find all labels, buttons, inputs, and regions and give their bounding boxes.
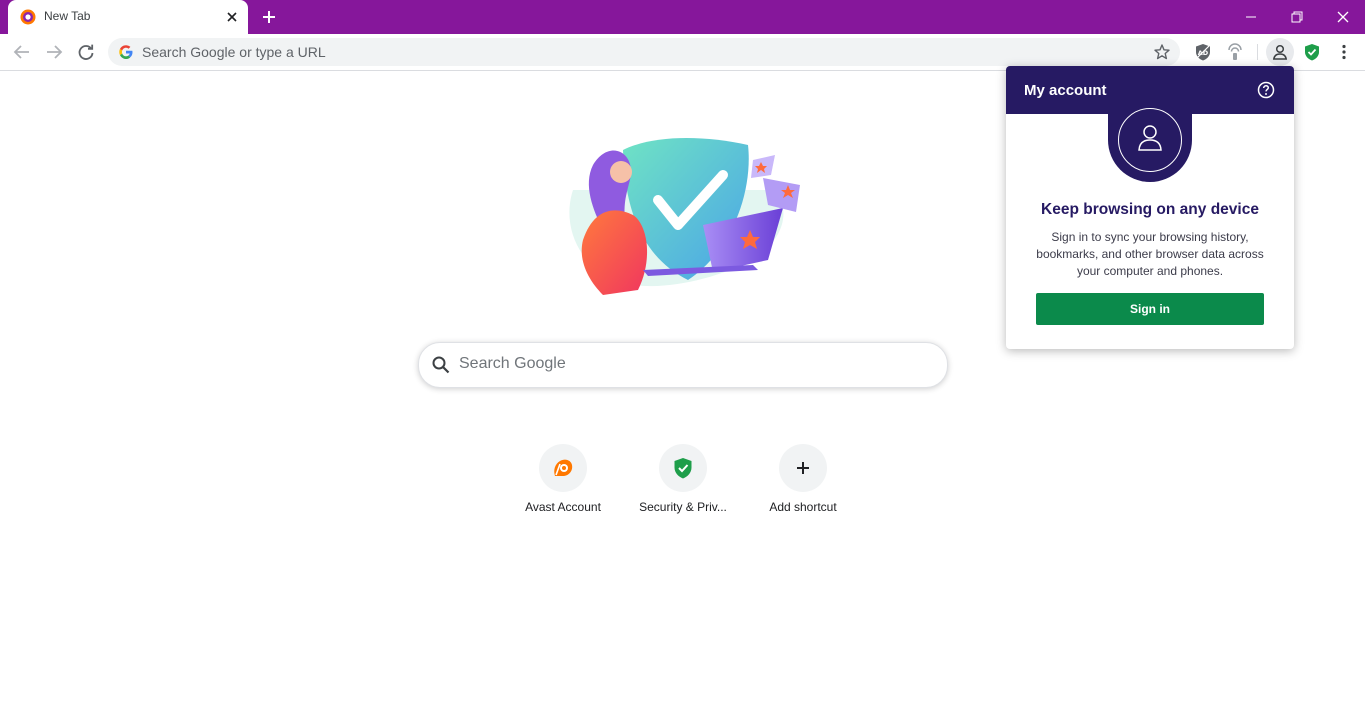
popup-description: Sign in to sync your browsing history, b… [1036, 230, 1264, 278]
tab-new-tab[interactable]: New Tab [8, 0, 248, 34]
avast-logo-icon [554, 459, 573, 476]
new-tab-plus-icon[interactable] [259, 7, 279, 27]
hero-illustration [569, 138, 800, 295]
tab-title: New Tab [44, 9, 91, 23]
omnibox-placeholder: Search Google or type a URL [142, 44, 326, 60]
toolbar-separator [1257, 44, 1258, 60]
minimize-icon[interactable] [1239, 5, 1263, 29]
reload-icon[interactable] [75, 41, 97, 63]
green-shield-check-icon [674, 458, 692, 479]
shortcut-icon-circle [539, 444, 587, 492]
menu-kebab-icon[interactable] [1334, 42, 1354, 62]
plus-icon [797, 462, 809, 474]
shortcut-icon-circle [659, 444, 707, 492]
green-shield-check-icon[interactable] [1302, 42, 1322, 62]
search-placeholder: Search Google [459, 355, 566, 372]
title-bar: New Tab [0, 0, 1365, 34]
avast-browser-favicon-icon [20, 9, 36, 25]
forward-arrow-icon[interactable] [43, 41, 65, 63]
shortcut-label: Avast Account [525, 500, 601, 514]
shortcut-label: Add shortcut [769, 500, 837, 514]
shortcut-avast-account[interactable]: Avast Account [507, 444, 619, 524]
shortcut-icon-circle [779, 444, 827, 492]
profile-button[interactable] [1266, 38, 1294, 66]
google-search-box[interactable]: Search Google [418, 342, 948, 388]
sign-in-button[interactable]: Sign in [1036, 293, 1264, 325]
person-outline-icon [1138, 125, 1162, 151]
shortcut-add[interactable]: Add shortcut [747, 444, 859, 524]
shortcut-security-privacy[interactable]: Security & Priv... [627, 444, 739, 524]
bookmark-star-icon[interactable] [1153, 43, 1171, 61]
shortcut-label: Security & Priv... [639, 500, 727, 514]
help-icon[interactable] [1256, 80, 1276, 100]
person-icon [1272, 44, 1288, 60]
close-window-icon[interactable] [1331, 5, 1355, 29]
restore-icon[interactable] [1285, 5, 1309, 29]
back-arrow-icon[interactable] [11, 41, 33, 63]
google-g-icon [119, 45, 133, 59]
my-account-popup: My account Keep browsing on any device S… [1006, 66, 1294, 349]
anti-tracking-icon[interactable] [1225, 42, 1245, 62]
adblock-shield-icon[interactable]: AD [1193, 42, 1213, 62]
tab-close-icon[interactable] [223, 8, 241, 26]
popup-title: My account [1024, 82, 1107, 99]
search-icon [432, 356, 450, 374]
omnibox[interactable]: Search Google or type a URL [108, 38, 1180, 66]
popup-heading: Keep browsing on any device [1041, 201, 1259, 218]
